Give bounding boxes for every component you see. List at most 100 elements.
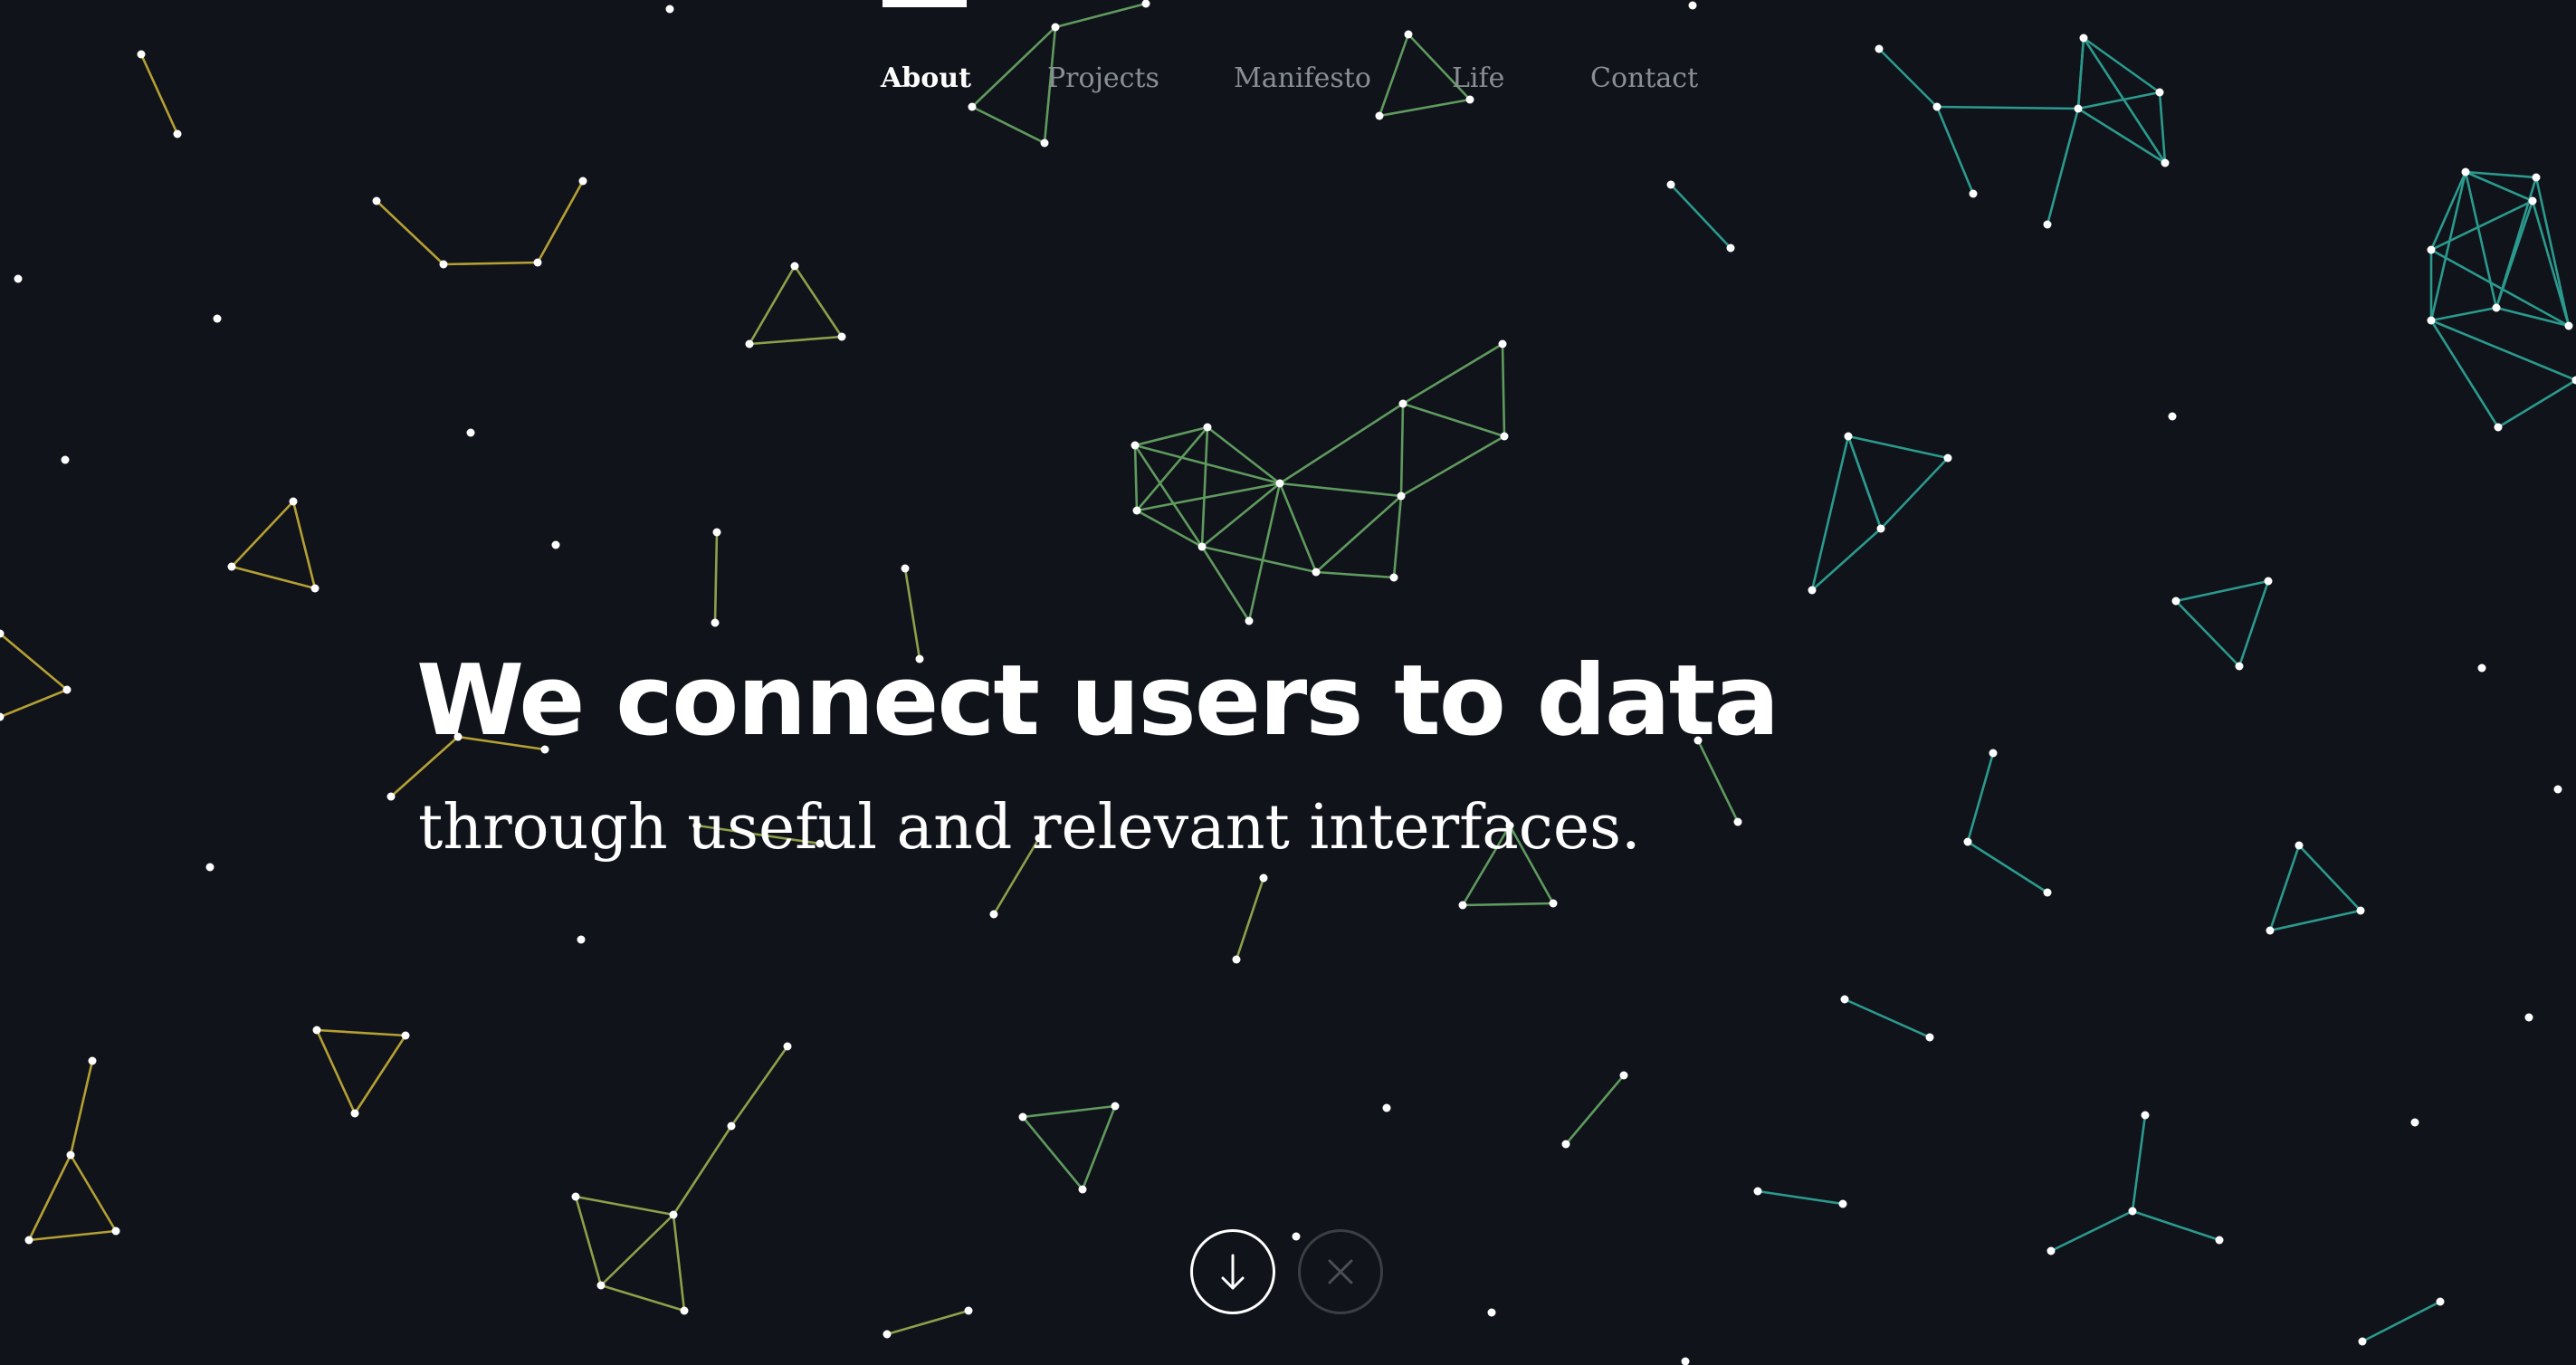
constellation-node <box>1141 0 1150 8</box>
constellation-line <box>1399 434 1506 498</box>
constellation-node <box>1500 432 1509 441</box>
constellation-dot <box>1382 1103 1391 1112</box>
constellation-node <box>310 584 320 593</box>
constellation-node <box>2532 173 2541 182</box>
constellation-node <box>1963 837 1972 846</box>
constellation-line <box>2429 319 2576 382</box>
constellation-node <box>62 685 72 694</box>
constellation-line <box>1278 482 1403 498</box>
constellation-node <box>2171 597 2180 606</box>
constellation-line <box>2049 1209 2134 1253</box>
constellation-node <box>1132 506 1141 515</box>
scroll-down-button[interactable] <box>1190 1229 1275 1314</box>
constellation-node <box>727 1122 736 1131</box>
constellation-node <box>372 196 381 205</box>
constellation-line <box>2361 1300 2442 1343</box>
nav-item-projects[interactable]: Projects <box>1047 56 1159 101</box>
constellation-node <box>1666 180 1675 189</box>
constellation-line <box>1200 425 1209 549</box>
constellation-line <box>2268 909 2362 932</box>
constellation-node <box>790 262 799 271</box>
constellation-dot <box>14 274 23 283</box>
nav-item-about[interactable]: About <box>881 56 971 101</box>
constellation-node <box>1989 749 1998 758</box>
constellation-line <box>1133 425 1209 447</box>
constellation-line <box>1392 494 1403 579</box>
nav-item-manifesto[interactable]: Manifesto <box>1234 56 1371 101</box>
constellation-node <box>1876 524 1885 533</box>
close-button[interactable] <box>1298 1229 1383 1314</box>
constellation-node <box>883 1330 892 1339</box>
constellation-node <box>1397 492 1406 501</box>
constellation-node <box>571 1192 580 1201</box>
constellation-line <box>27 1153 72 1242</box>
constellation-line <box>2174 599 2241 668</box>
constellation-line <box>748 264 797 346</box>
nav-item-life[interactable]: Life <box>1452 56 1504 101</box>
constellation-line <box>230 565 317 590</box>
constellation-node <box>1197 542 1207 551</box>
constellation-line <box>375 199 445 266</box>
constellation-node <box>669 1210 678 1219</box>
constellation-node <box>1561 1140 1570 1149</box>
constellation-line <box>2496 378 2576 429</box>
constellation-line <box>1314 570 1396 579</box>
constellation-line <box>748 335 844 346</box>
constellation-line <box>574 1195 603 1287</box>
constellation-line <box>2429 319 2500 429</box>
constellation-line <box>1401 342 1504 406</box>
constellation-node <box>2461 167 2470 177</box>
constellation-node <box>1275 479 1284 488</box>
constellation-line <box>0 632 69 692</box>
constellation-line <box>885 1309 970 1336</box>
constellation-node <box>533 258 542 267</box>
constellation-node <box>1051 23 1060 32</box>
constellation-node <box>2235 662 2244 671</box>
constellation-line <box>69 1153 118 1233</box>
constellation-line <box>2429 170 2467 252</box>
constellation-line <box>1135 509 1204 549</box>
constellation-node <box>2427 245 2436 254</box>
constellation-dot <box>213 314 222 323</box>
constellation-node <box>711 618 720 627</box>
constellation-dot <box>2410 1118 2419 1127</box>
constellation-line <box>2297 844 2362 912</box>
constellation-node <box>2358 1337 2367 1346</box>
constellation-line <box>2429 306 2498 322</box>
constellation-line <box>730 1045 789 1128</box>
constellation-node <box>1259 873 1268 883</box>
constellation-node <box>0 712 5 721</box>
constellation-line <box>1966 751 1995 844</box>
constellation-dot <box>665 5 674 14</box>
constellation-node <box>1375 111 1384 120</box>
constellation-dot <box>466 428 475 437</box>
constellation-line <box>599 1213 675 1287</box>
constellation-line <box>1135 482 1282 512</box>
constellation-node <box>2436 1297 2445 1306</box>
constellation-dot <box>2168 412 2177 421</box>
constellation-line <box>1501 342 1506 438</box>
constellation-node <box>2528 196 2537 205</box>
constellation-node <box>1458 901 1467 910</box>
constellation-node <box>1111 1102 1120 1111</box>
constellation-node <box>901 564 910 573</box>
constellation-line <box>793 264 844 339</box>
constellation-line <box>315 1028 407 1037</box>
constellation-node <box>783 1042 792 1051</box>
constellation-line <box>970 105 1046 145</box>
constellation-node <box>1312 568 1321 577</box>
constellation-line <box>1278 482 1318 574</box>
constellation-line <box>1669 183 1732 250</box>
nav-item-contact[interactable]: Contact <box>1590 56 1698 101</box>
constellation-dot <box>2524 1013 2533 1022</box>
constellation-line <box>1461 902 1555 907</box>
constellation-node <box>1040 138 1049 148</box>
constellation-line <box>1133 444 1139 512</box>
constellation-node <box>1404 30 1413 39</box>
constellation-dot <box>2553 785 2562 794</box>
constellation-node <box>2079 33 2088 43</box>
constellation-node <box>1753 1187 1762 1196</box>
constellation-line <box>27 1229 118 1242</box>
hero-title: We connect users to data <box>416 644 1779 758</box>
constellation-node <box>111 1227 120 1236</box>
